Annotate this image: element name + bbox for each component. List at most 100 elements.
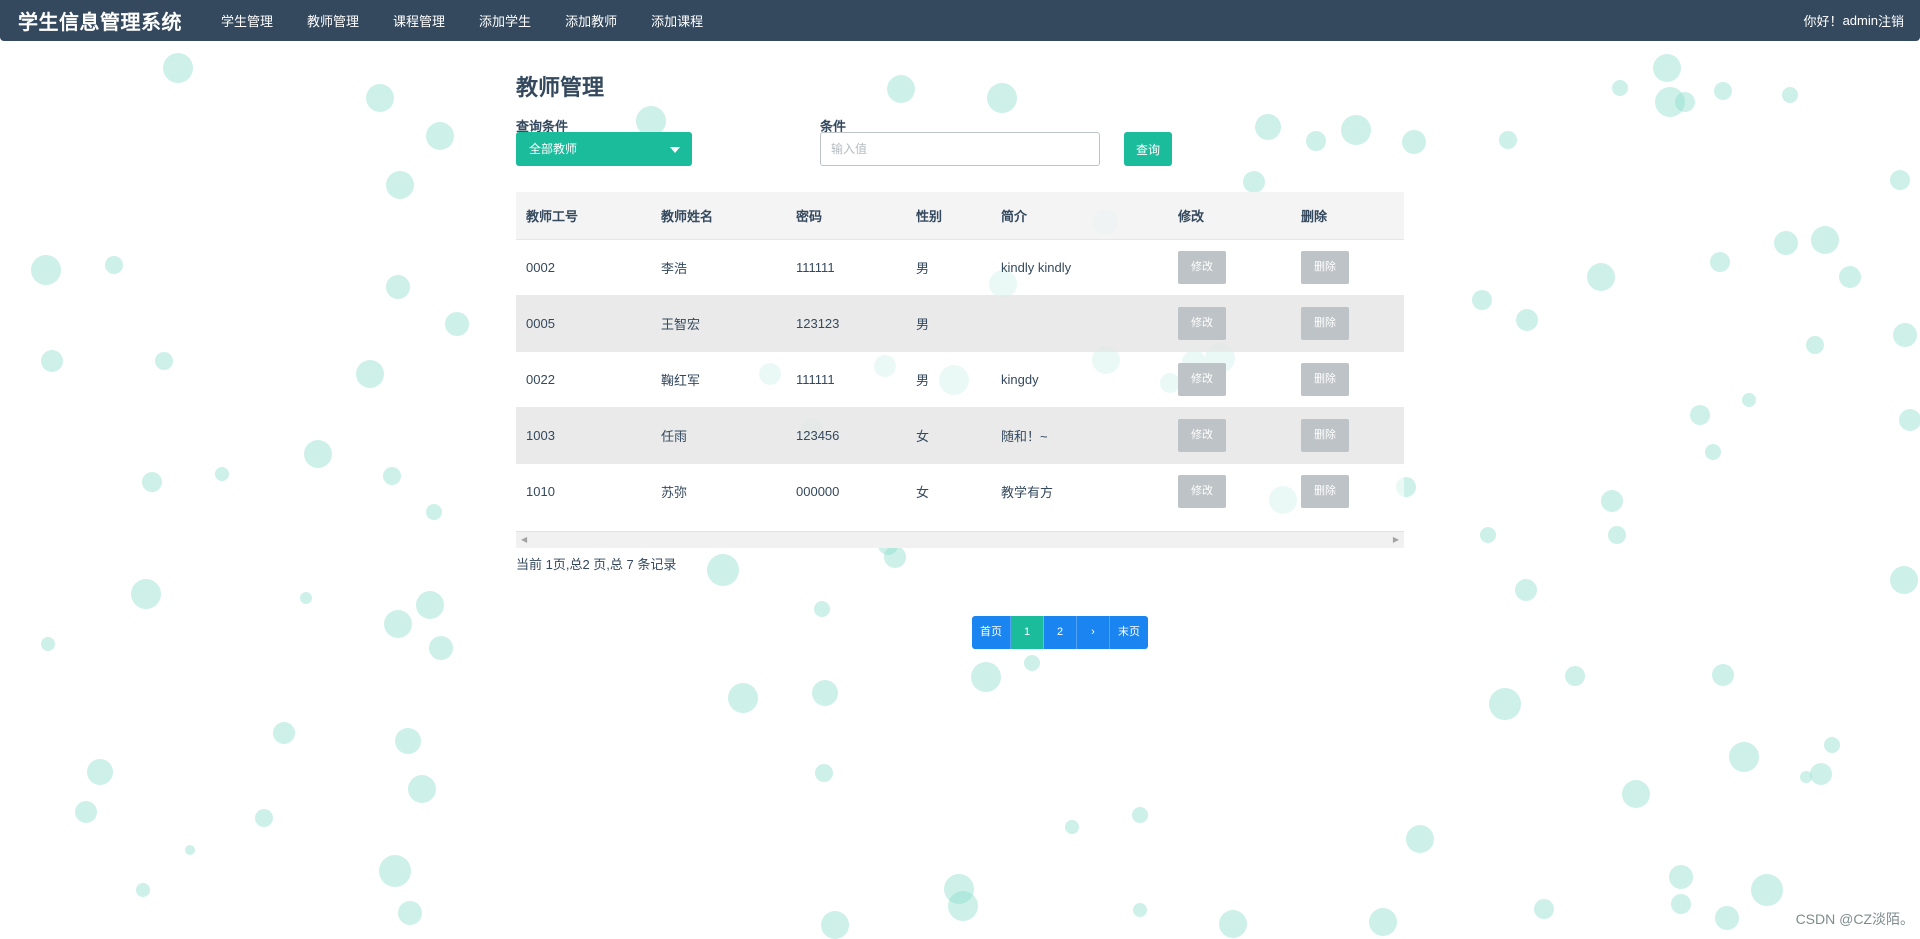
edit-button[interactable]: 修改 [1178, 475, 1226, 508]
col-header-intro: 简介 [991, 192, 1168, 240]
bubble-decoration [395, 728, 421, 754]
page-title: 教师管理 [516, 75, 605, 100]
bubble-decoration [1899, 409, 1920, 431]
bubble-decoration [1516, 309, 1538, 331]
bubble-decoration [812, 680, 838, 706]
cell-intro: kingdy [991, 351, 1168, 408]
bubble-decoration [1601, 490, 1623, 512]
bubble-decoration [398, 901, 422, 925]
bubble-decoration [1811, 226, 1839, 254]
bubble-decoration [300, 592, 312, 604]
bubble-decoration [821, 911, 849, 939]
cell-edit: 修改 [1168, 239, 1291, 296]
cell-gender: 女 [906, 463, 991, 519]
cell-name: 苏弥 [651, 463, 786, 519]
nav-course-management[interactable]: 课程管理 [376, 11, 462, 30]
bubble-decoration [1655, 87, 1685, 117]
cell-password: 123123 [786, 295, 906, 352]
bubble-decoration [1489, 688, 1521, 720]
edit-button[interactable]: 修改 [1178, 307, 1226, 340]
bubble-decoration [1782, 87, 1798, 103]
cell-delete: 删除 [1291, 295, 1404, 352]
bubble-decoration [1751, 874, 1783, 906]
bubble-decoration [1515, 579, 1537, 601]
cell-delete: 删除 [1291, 407, 1404, 464]
bubble-decoration [429, 636, 453, 660]
bubble-decoration [1710, 252, 1730, 272]
cell-password: 000000 [786, 463, 906, 519]
bubble-decoration [1671, 894, 1691, 914]
cell-gender: 男 [906, 239, 991, 296]
bubble-decoration [105, 256, 123, 274]
query-type-select[interactable]: 全部教师 [516, 132, 692, 166]
bubble-decoration [1024, 655, 1040, 671]
bubble-decoration [814, 601, 830, 617]
next-page-button[interactable]: › [1077, 616, 1110, 649]
edit-button[interactable]: 修改 [1178, 363, 1226, 396]
cell-intro: 随和！~ [991, 407, 1168, 464]
bubble-decoration [728, 683, 758, 713]
pagination: 首页 1 2 › 末页 [972, 616, 1148, 649]
cell-edit: 修改 [1168, 351, 1291, 408]
bubble-decoration [185, 845, 195, 855]
username: admin [1842, 13, 1878, 28]
delete-button[interactable]: 删除 [1301, 307, 1349, 340]
bubble-decoration [971, 662, 1001, 692]
table-horizontal-scrollbar[interactable]: ◀ ▶ [516, 531, 1404, 548]
bubble-decoration [1132, 807, 1148, 823]
table-row: 1010 苏弥 000000 女 教学有方 修改 删除 [516, 463, 1404, 519]
delete-button[interactable]: 删除 [1301, 419, 1349, 452]
bubble-decoration [1774, 231, 1798, 255]
bubble-decoration [408, 775, 436, 803]
table-header-row: 教师工号 教师姓名 密码 性别 简介 修改 删除 [516, 192, 1404, 240]
edit-button[interactable]: 修改 [1178, 419, 1226, 452]
search-button[interactable]: 查询 [1124, 132, 1172, 166]
cell-edit: 修改 [1168, 463, 1291, 519]
bubble-decoration [1499, 131, 1517, 149]
condition-input[interactable] [820, 132, 1100, 166]
bubble-decoration [386, 171, 414, 199]
bubble-decoration [1800, 771, 1812, 783]
nav-add-course[interactable]: 添加课程 [634, 11, 720, 30]
app-brand[interactable]: 学生信息管理系统 [18, 6, 182, 35]
scroll-right-arrow-icon[interactable]: ▶ [1393, 535, 1399, 545]
delete-button[interactable]: 删除 [1301, 363, 1349, 396]
page-2-button[interactable]: 2 [1044, 616, 1077, 649]
col-header-password: 密码 [786, 192, 906, 240]
bubble-decoration [304, 440, 332, 468]
bubble-decoration [1534, 899, 1554, 919]
bubble-decoration [445, 312, 469, 336]
delete-button[interactable]: 删除 [1301, 251, 1349, 284]
nav-teacher-management[interactable]: 教师管理 [290, 11, 376, 30]
bubble-decoration [1712, 664, 1734, 686]
first-page-button[interactable]: 首页 [972, 616, 1011, 649]
teacher-table: 教师工号 教师姓名 密码 性别 简介 修改 删除 0002 李浩 111111 … [516, 192, 1404, 519]
last-page-button[interactable]: 末页 [1110, 616, 1148, 649]
cell-name: 鞠红军 [651, 351, 786, 408]
nav-student-management[interactable]: 学生管理 [204, 11, 290, 30]
bubble-decoration [944, 874, 974, 904]
greeting-text: 你好！ [1803, 14, 1843, 29]
query-type-value: 全部教师 [529, 142, 578, 156]
cell-edit: 修改 [1168, 295, 1291, 352]
nav-add-teacher[interactable]: 添加教师 [548, 11, 634, 30]
logout-link[interactable]: 注销 [1878, 11, 1904, 30]
bubble-decoration [356, 360, 384, 388]
bubble-decoration [379, 855, 411, 887]
bubble-decoration [155, 352, 173, 370]
edit-button[interactable]: 修改 [1178, 251, 1226, 284]
cell-id: 0022 [516, 351, 651, 408]
page-1-button[interactable]: 1 [1011, 616, 1044, 649]
bubble-decoration [1065, 820, 1079, 834]
col-header-id: 教师工号 [516, 192, 651, 240]
cell-name: 任雨 [651, 407, 786, 464]
cell-id: 0002 [516, 239, 651, 296]
scroll-left-arrow-icon[interactable]: ◀ [521, 535, 527, 545]
nav-add-student[interactable]: 添加学生 [462, 11, 548, 30]
cell-gender: 男 [906, 351, 991, 408]
bubble-decoration [1669, 865, 1693, 889]
bubble-decoration [41, 350, 63, 372]
bubble-decoration [255, 809, 273, 827]
bubble-decoration [31, 255, 61, 285]
delete-button[interactable]: 删除 [1301, 475, 1349, 508]
